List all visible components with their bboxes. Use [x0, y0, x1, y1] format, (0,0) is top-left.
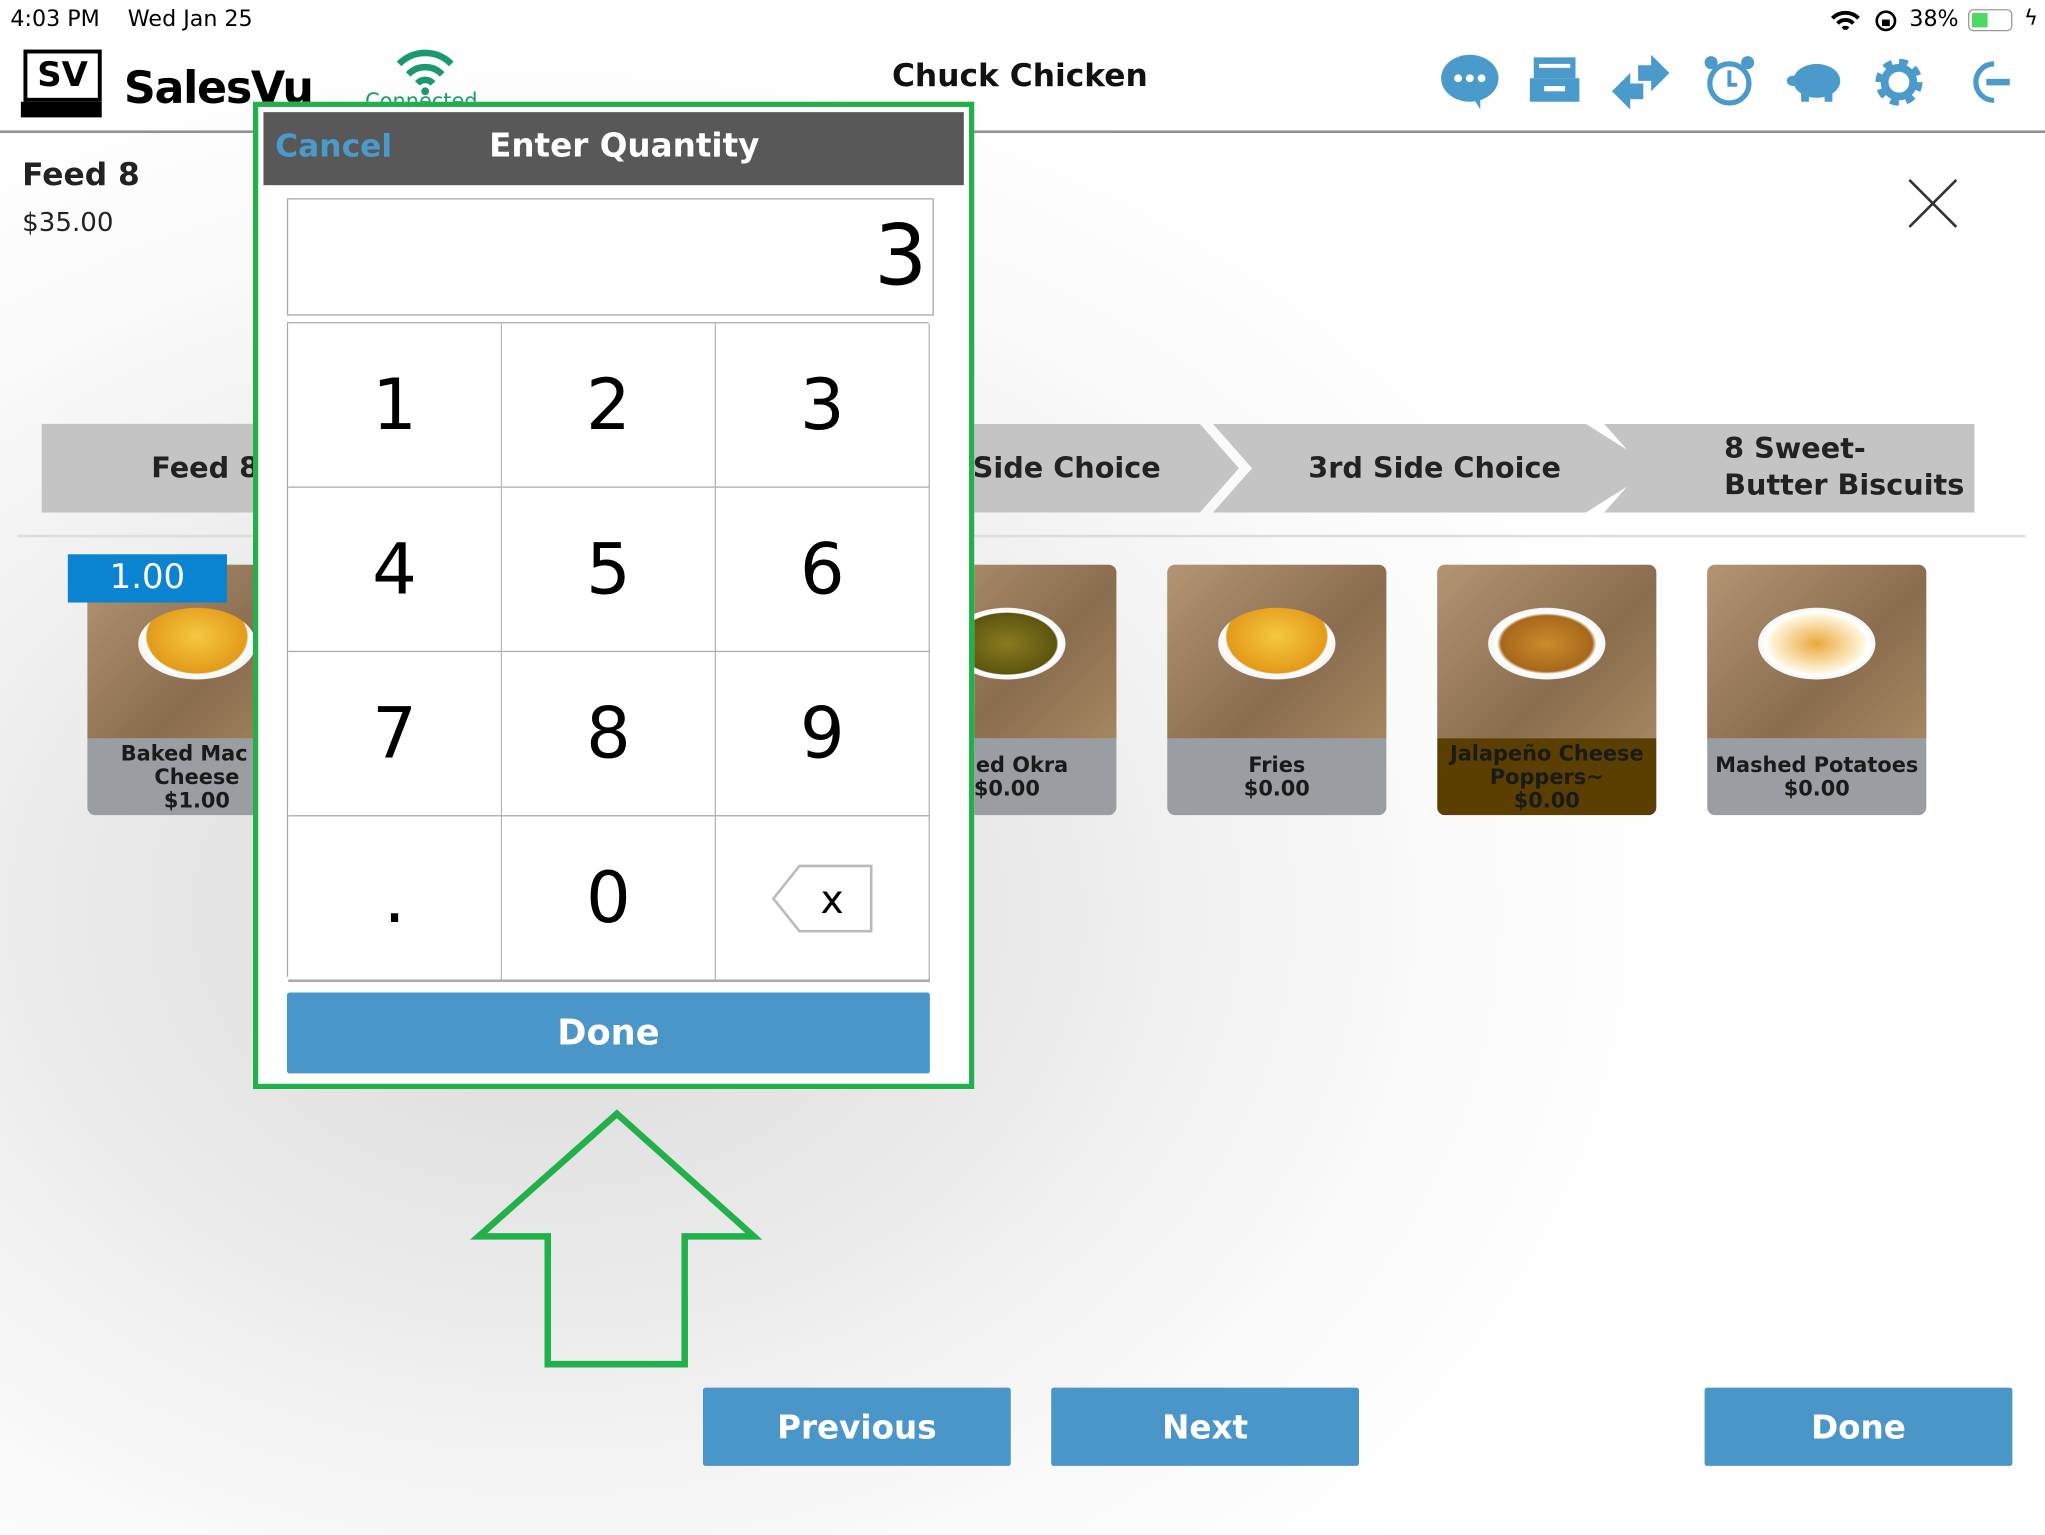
gear-icon[interactable]	[1868, 52, 1931, 112]
product-name: Fries	[1248, 751, 1306, 777]
key-decimal[interactable]: .	[288, 816, 503, 983]
status-date: Wed Jan 25	[127, 6, 253, 33]
key-6[interactable]: 6	[716, 487, 930, 654]
logo: SV	[23, 49, 102, 102]
product-card[interactable]: Mashed Potatoes $0.00	[1707, 564, 1927, 816]
backspace-key[interactable]: x	[716, 816, 930, 983]
dialog-title: Enter Quantity	[489, 126, 760, 165]
status-time: 4:03 PM	[10, 6, 100, 33]
product-price: $0.00	[1243, 775, 1310, 801]
product-image	[1707, 564, 1927, 739]
product-price: $0.00	[1513, 787, 1580, 812]
key-5[interactable]: 5	[502, 487, 717, 654]
close-icon[interactable]	[1907, 177, 1959, 229]
product-name: Jalapeño Cheese Poppers~	[1449, 740, 1644, 789]
alarm-clock-icon[interactable]	[1698, 52, 1761, 112]
done-button[interactable]: Done	[1704, 1387, 2013, 1466]
transfer-icon[interactable]	[1609, 52, 1672, 112]
svg-text:x: x	[820, 877, 843, 922]
dialog-header: Cancel Enter Quantity	[263, 112, 964, 186]
product-image	[1167, 564, 1387, 739]
dialog-done-button[interactable]: Done	[286, 992, 930, 1074]
previous-button[interactable]: Previous	[702, 1387, 1011, 1466]
step-label: 3rd Side Choice	[1308, 451, 1561, 485]
key-3[interactable]: 3	[716, 323, 930, 490]
key-4[interactable]: 4	[288, 487, 503, 654]
logout-icon[interactable]	[1955, 52, 2018, 112]
step-biscuits[interactable]: 8 Sweet- Butter Biscuits	[1604, 423, 1975, 513]
store-name: Chuck Chicken	[891, 57, 1148, 94]
step-label: Feed 8	[151, 451, 260, 485]
product-price: $0.00	[1783, 775, 1850, 801]
charging-icon: ϟ	[2024, 5, 2038, 30]
quantity-badge: 1.00	[67, 554, 227, 603]
product-card[interactable]: Fries $0.00	[1167, 564, 1387, 816]
wifi-status-icon	[1831, 10, 1860, 31]
quantity-dialog: Cancel Enter Quantity 3 123 456 789.0 x Don…	[253, 101, 975, 1090]
key-2[interactable]: 2	[502, 323, 717, 490]
product-name: Mashed Potatoes	[1715, 751, 1919, 777]
keypad: 123 456 789.0 x	[286, 322, 930, 983]
quantity-display[interactable]: 3	[286, 198, 934, 316]
chat-icon[interactable]	[1439, 52, 1502, 112]
item-name: Feed 8	[22, 156, 140, 194]
item-price: $35.00	[22, 206, 114, 238]
screen: 4:03 PM Wed Jan 25 38% ϟ SV SalesVu Conn…	[0, 0, 2045, 1535]
key-8[interactable]: 8	[502, 652, 717, 818]
step-label: 8 Sweet- Butter Biscuits	[1724, 432, 1965, 503]
key-9[interactable]: 9	[716, 652, 930, 818]
step-3rd-side[interactable]: 3rd Side Choice	[1212, 423, 1657, 513]
cancel-button[interactable]: Cancel	[275, 128, 392, 165]
arrow-up-annotation	[470, 1109, 763, 1368]
next-button[interactable]: Next	[1051, 1387, 1359, 1466]
logo-base	[20, 101, 102, 118]
backspace-icon: x	[771, 864, 872, 932]
product-card[interactable]: Jalapeño Cheese Poppers~ $0.00	[1437, 564, 1657, 816]
battery-percent: 38%	[1909, 6, 1959, 33]
key-7[interactable]: 7	[288, 652, 503, 818]
rotation-lock-icon	[1875, 10, 1897, 32]
battery-icon	[1968, 9, 2013, 32]
key-1[interactable]: 1	[288, 323, 503, 490]
key-0[interactable]: 0	[502, 816, 717, 983]
cash-drawer-icon[interactable]	[1523, 52, 1586, 112]
product-image	[1437, 564, 1657, 739]
piggy-bank-icon[interactable]	[1783, 52, 1846, 112]
